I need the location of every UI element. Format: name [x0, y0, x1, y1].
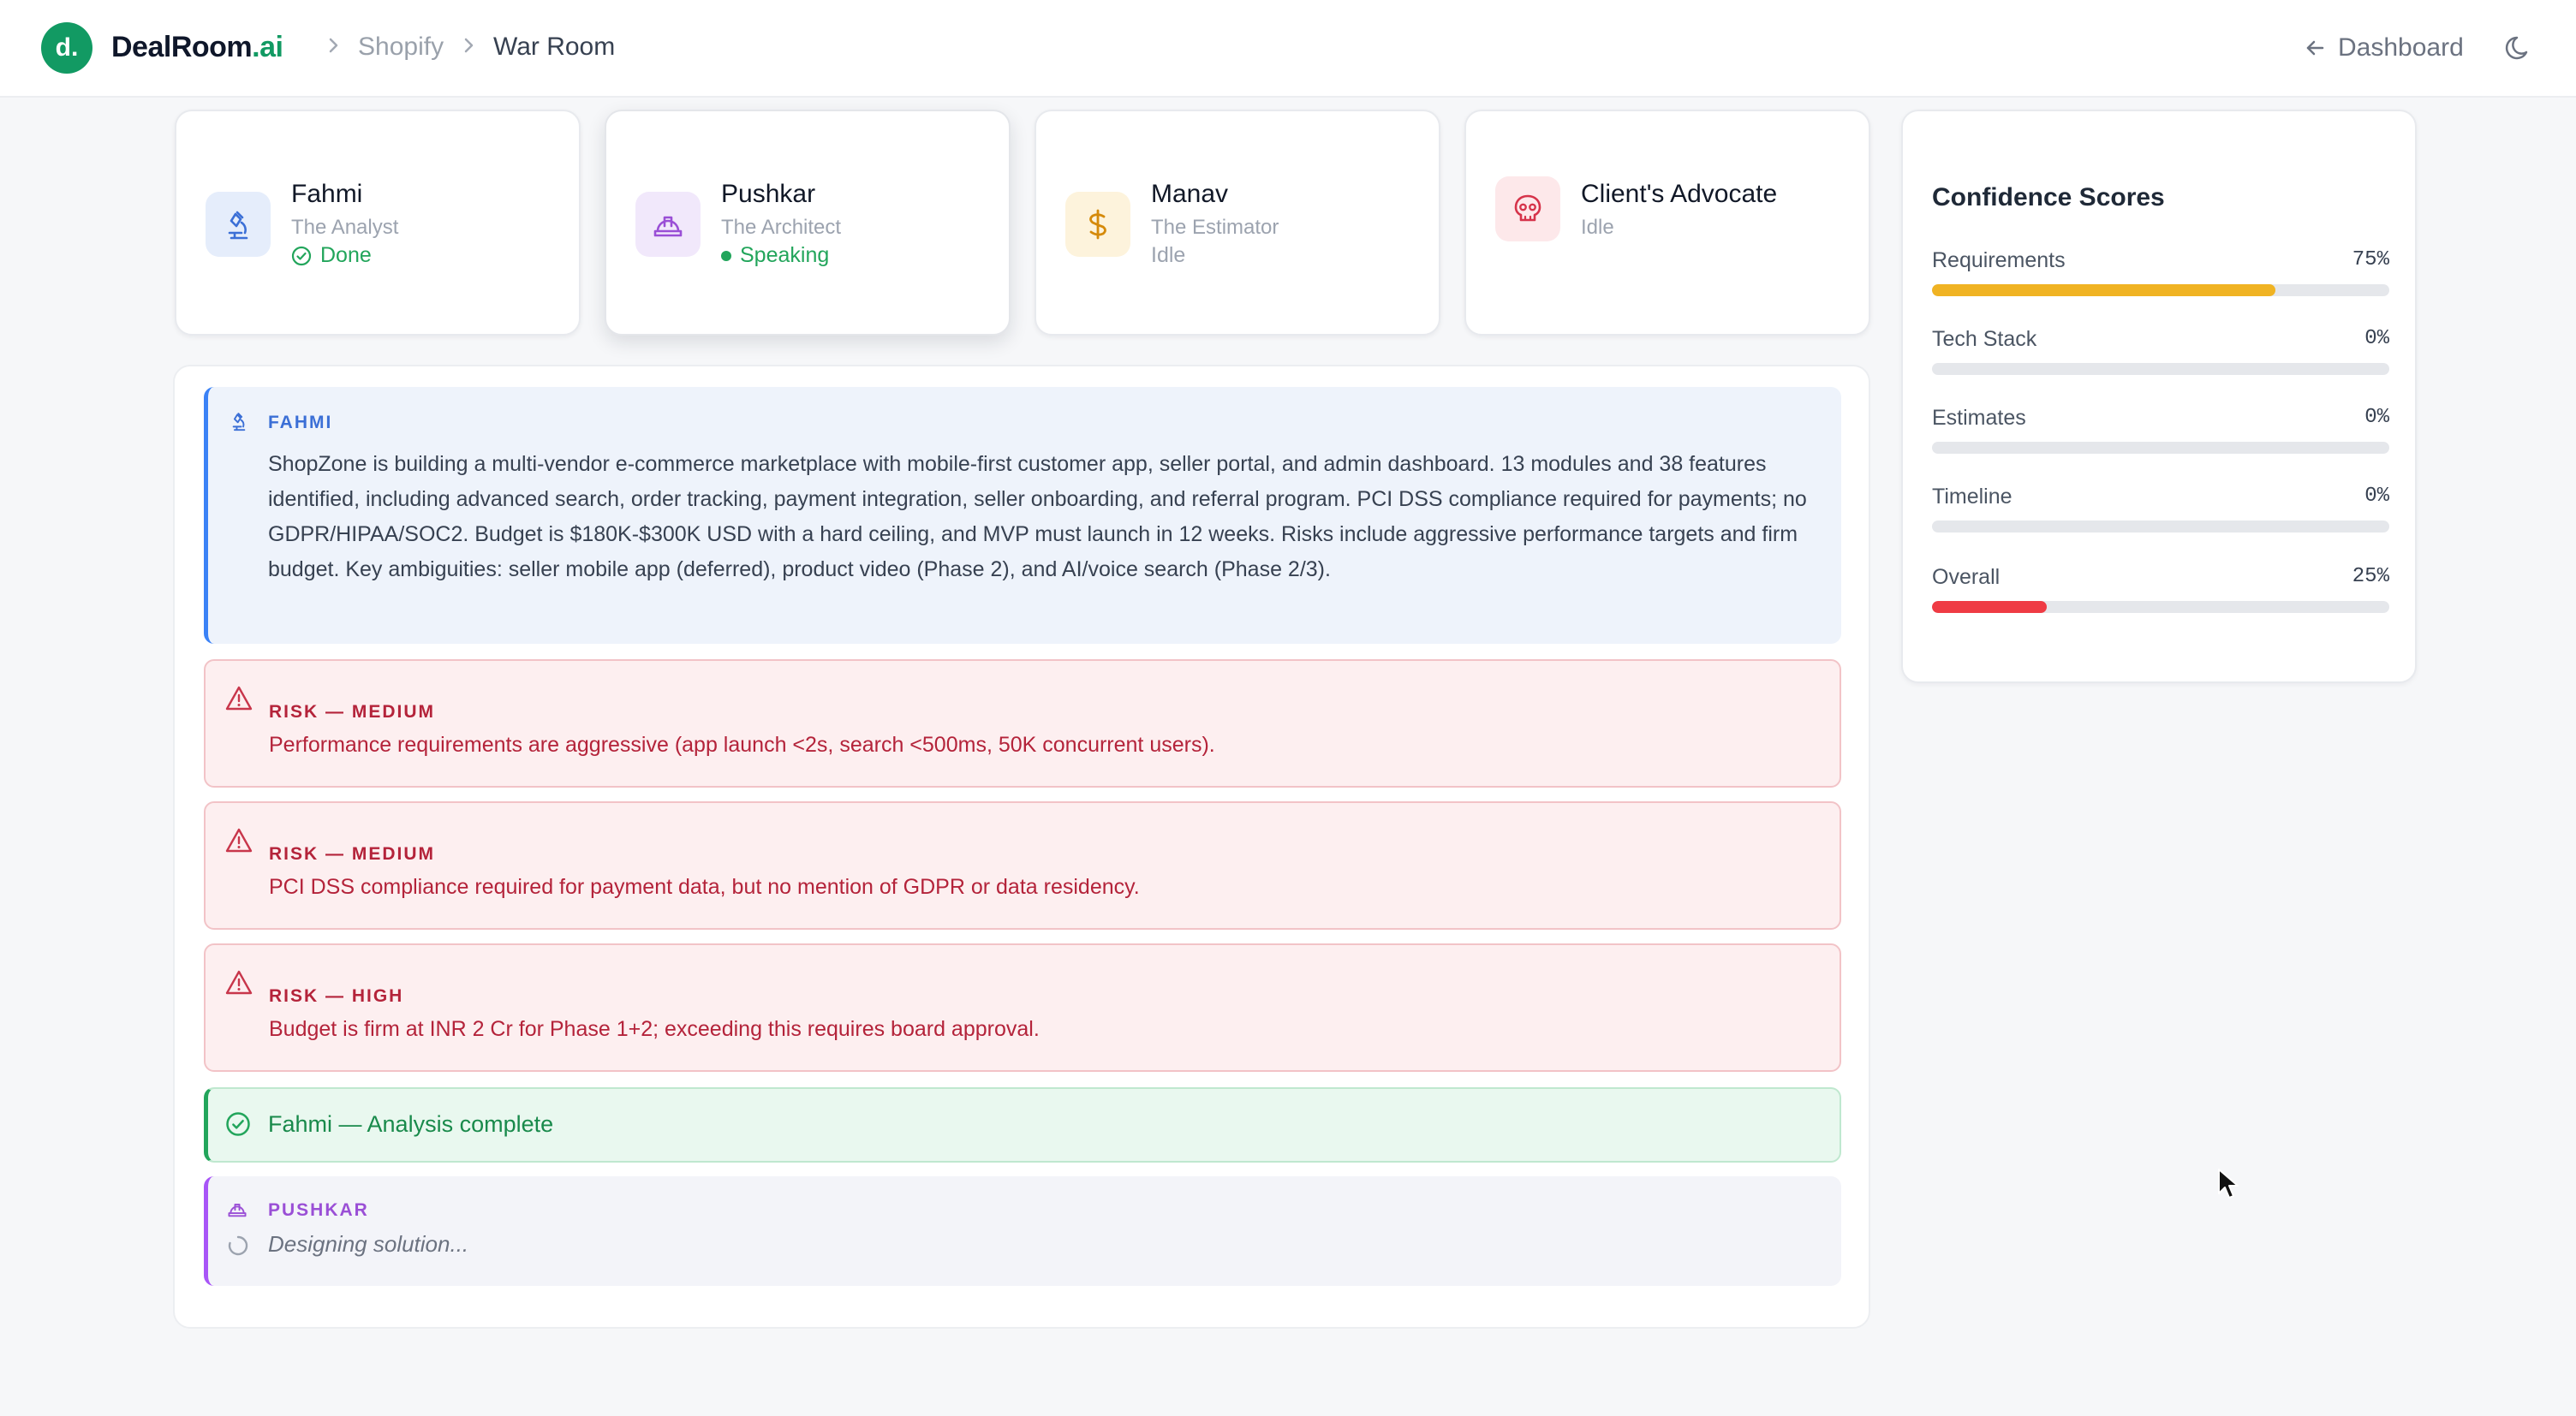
risk-label: RISK — HIGH — [269, 986, 404, 1006]
confidence-value: 75% — [2352, 248, 2389, 271]
agent-status-label: Speaking — [740, 243, 830, 267]
confidence-bar — [1932, 601, 2047, 613]
loading-spinner-icon — [228, 1235, 248, 1256]
dollar-icon — [1065, 192, 1130, 257]
arrow-left-icon — [2306, 40, 2324, 56]
microscope-icon — [232, 413, 246, 431]
dashboard-label: Dashboard — [2338, 33, 2464, 62]
pending-text: Designing solution... — [268, 1231, 469, 1257]
confidence-value: 0% — [2364, 327, 2389, 350]
brand-name-suffix: .ai — [252, 31, 283, 63]
check-circle-icon — [291, 246, 312, 265]
hard-hat-icon — [228, 1203, 247, 1217]
mouse-cursor-icon — [2218, 1169, 2239, 1199]
confidence-track — [1932, 601, 2389, 613]
risk-card: RISK — MEDIUM Performance requirements a… — [204, 659, 1841, 788]
breadcrumb-war-room: War Room — [493, 33, 616, 61]
risk-card: RISK — HIGH Budget is firm at INR 2 Cr f… — [204, 943, 1841, 1072]
pending-message: PUSHKAR Designing solution... — [204, 1176, 1841, 1286]
confidence-row-requirements: Requirements 75% — [1932, 248, 2389, 308]
message-author: FAHMI — [268, 413, 333, 432]
agent-role: The Architect — [721, 216, 842, 239]
confidence-label: Timeline — [1932, 485, 2012, 509]
confidence-value: 25% — [2352, 565, 2389, 588]
risk-card: RISK — MEDIUM PCI DSS compliance require… — [204, 801, 1841, 930]
confidence-label: Overall — [1932, 565, 2001, 589]
agent-status-label: Idle — [1581, 216, 1614, 239]
agent-name: Pushkar — [721, 180, 816, 208]
brand-name[interactable]: DealRoom.ai — [111, 31, 283, 64]
analysis-message: FAHMI ShopZone is building a multi-vendo… — [204, 387, 1841, 644]
risk-label: RISK — MEDIUM — [269, 702, 435, 722]
agent-status: Idle — [1151, 243, 1185, 268]
agent-status: Done — [291, 243, 372, 268]
confidence-track — [1932, 363, 2389, 375]
confidence-track — [1932, 521, 2389, 532]
agent-card-clients-advocate[interactable]: Client's Advocate Idle — [1464, 110, 1870, 336]
confidence-track — [1932, 442, 2389, 454]
confidence-track — [1932, 284, 2389, 296]
agent-role: The Estimator — [1151, 216, 1279, 239]
confidence-title: Confidence Scores — [1932, 183, 2165, 211]
speaking-dot-icon — [721, 250, 731, 261]
warning-triangle-icon — [225, 828, 253, 853]
agent-name: Manav — [1151, 180, 1229, 208]
agent-status-label: Done — [320, 243, 372, 267]
chevron-right-icon — [464, 38, 474, 53]
confidence-value: 0% — [2364, 485, 2389, 508]
agent-name: Fahmi — [291, 180, 363, 208]
message-author: PUSHKAR — [268, 1200, 369, 1220]
risk-text: Performance requirements are aggressive … — [269, 733, 1215, 757]
confidence-label: Requirements — [1932, 248, 2066, 272]
agent-status-label: Idle — [1151, 243, 1186, 267]
check-circle-icon — [226, 1112, 250, 1136]
analysis-complete-message: Fahmi — Analysis complete — [204, 1087, 1841, 1163]
microscope-icon — [206, 192, 271, 257]
confidence-label: Tech Stack — [1932, 327, 2037, 351]
analysis-complete-text: Fahmi — Analysis complete — [268, 1111, 554, 1137]
message-text: ShopZone is building a multi-vendor e-co… — [268, 452, 1807, 581]
confidence-row-estimates: Estimates 0% — [1932, 406, 2389, 466]
top-bar: d. DealRoom.ai Shopify War Room Dashboar… — [0, 0, 2576, 98]
agent-card-pushkar[interactable]: Pushkar The Architect Speaking — [605, 110, 1011, 336]
confidence-bar — [1932, 284, 2275, 296]
confidence-label: Estimates — [1932, 406, 2026, 430]
dashboard-link[interactable]: Dashboard — [2304, 29, 2464, 67]
hard-hat-icon — [635, 192, 701, 257]
agent-card-manav[interactable]: Manav The Estimator Idle — [1035, 110, 1440, 336]
logo-icon[interactable]: d. — [41, 22, 92, 74]
confidence-scores-panel: Confidence Scores Requirements 75% Tech … — [1901, 110, 2417, 683]
risk-text: Budget is firm at INR 2 Cr for Phase 1+2… — [269, 1017, 1040, 1041]
confidence-value: 0% — [2364, 406, 2389, 429]
agent-status: Speaking — [721, 243, 829, 268]
skull-icon — [1495, 176, 1560, 241]
agent-role: The Analyst — [291, 216, 399, 239]
brand-name-main: DealRoom — [111, 31, 253, 63]
agent-card-fahmi[interactable]: Fahmi The Analyst Done — [175, 110, 581, 336]
confidence-row-timeline: Timeline 0% — [1932, 485, 2389, 544]
risk-label: RISK — MEDIUM — [269, 844, 435, 864]
chevron-right-icon — [329, 38, 338, 53]
agent-name: Client's Advocate — [1581, 180, 1778, 208]
agent-status: Idle — [1581, 216, 1614, 240]
confidence-row-overall: Overall 25% — [1932, 565, 2389, 625]
warning-triangle-icon — [225, 970, 253, 995]
breadcrumb-shopify[interactable]: Shopify — [358, 33, 444, 62]
risk-text: PCI DSS compliance required for payment … — [269, 875, 1140, 899]
warning-triangle-icon — [225, 686, 253, 711]
moon-icon[interactable] — [2502, 31, 2537, 65]
war-room-feed[interactable]: FAHMI ShopZone is building a multi-vendo… — [173, 365, 1870, 1329]
confidence-row-tech-stack: Tech Stack 0% — [1932, 327, 2389, 387]
